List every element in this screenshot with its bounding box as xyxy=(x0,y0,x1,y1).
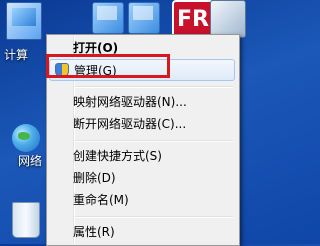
menu-item-disconnect-network-drive[interactable]: 断开网络驱动器(C)... xyxy=(49,113,235,135)
recycle-bin-desktop-icon[interactable] xyxy=(4,200,48,244)
folder-icon[interactable] xyxy=(92,2,124,34)
menu-item-label: 管理(G) xyxy=(74,64,117,78)
menu-item-label: 创建快捷方式(S) xyxy=(73,149,162,163)
network-desktop-icon[interactable]: 网络 xyxy=(4,122,48,170)
menu-item-open[interactable]: 打开(O) xyxy=(49,37,235,59)
menu-separator xyxy=(75,216,233,218)
folder-icon[interactable] xyxy=(128,2,160,34)
menu-item-rename[interactable]: 重命名(M) xyxy=(49,189,235,211)
uac-shield-icon xyxy=(55,63,69,78)
tool-app-icon[interactable] xyxy=(210,0,246,38)
menu-item-label: 重命名(M) xyxy=(73,193,129,207)
menu-separator xyxy=(75,140,233,142)
menu-item-manage[interactable]: 管理(G) xyxy=(49,59,235,81)
menu-item-label: 打开(O) xyxy=(73,41,119,55)
menu-item-label: 属性(R) xyxy=(73,225,115,239)
menu-separator xyxy=(75,86,233,88)
menu-item-label: 映射网络驱动器(N)... xyxy=(73,95,187,109)
menu-item-label: 删除(D) xyxy=(73,171,116,185)
computer-desktop-icon[interactable]: 计算 xyxy=(0,0,48,66)
network-globe-icon xyxy=(12,124,40,152)
menu-item-label: 断开网络驱动器(C)... xyxy=(73,117,187,131)
computer-icon-label: 计算 xyxy=(4,48,29,62)
computer-icon xyxy=(6,2,42,40)
menu-item-delete[interactable]: 删除(D) xyxy=(49,167,235,189)
menu-item-create-shortcut[interactable]: 创建快捷方式(S) xyxy=(49,145,235,167)
menu-item-properties[interactable]: 属性(R) xyxy=(49,221,235,243)
network-icon-label: 网络 xyxy=(18,154,43,168)
menu-item-map-network-drive[interactable]: 映射网络驱动器(N)... xyxy=(49,91,235,113)
context-menu: 打开(O) 管理(G) 映射网络驱动器(N)... 断开网络驱动器(C)... … xyxy=(46,34,240,246)
recycle-bin-icon xyxy=(12,202,40,238)
